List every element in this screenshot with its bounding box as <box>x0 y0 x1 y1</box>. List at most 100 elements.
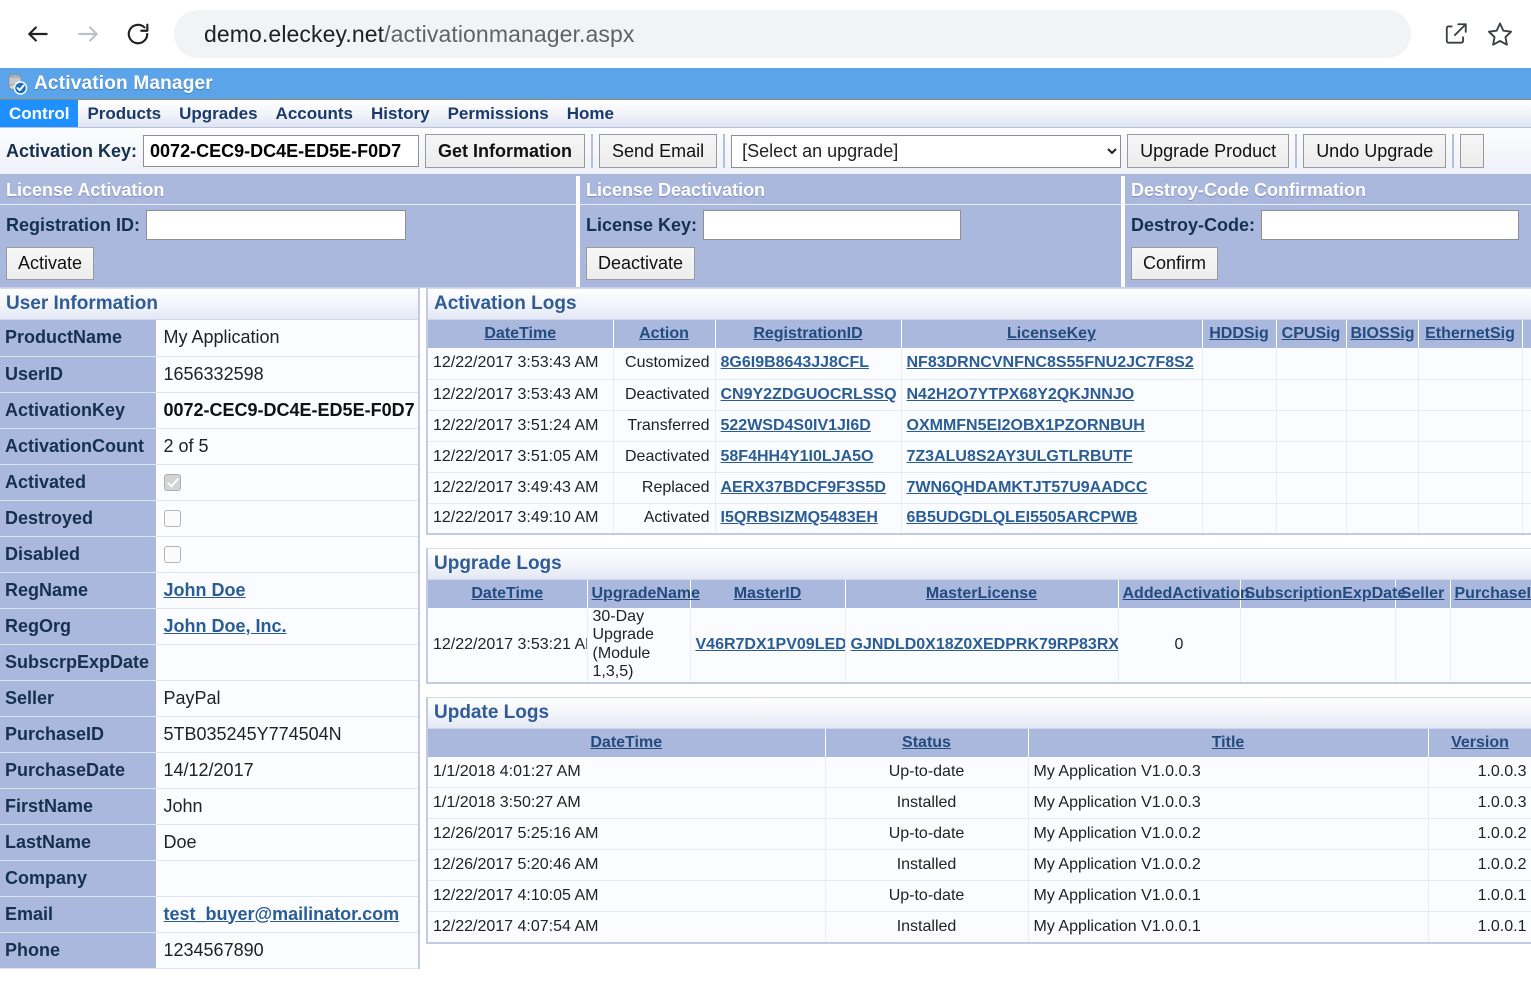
info-row: Seller PayPal <box>0 680 418 717</box>
activation-registration-id[interactable]: I5QRBSIZMQ5483EH <box>715 503 902 535</box>
menu-item-accounts[interactable]: Accounts <box>267 100 362 127</box>
activation-license-key[interactable]: 7WN6QHDAMKTJT57U9AADCC <box>901 472 1203 504</box>
user-information-title: User Information <box>0 288 418 320</box>
forward-arrow-icon[interactable] <box>66 12 110 56</box>
activation-logs-col-header[interactable]: HDDSig <box>1202 320 1277 348</box>
info-value[interactable] <box>156 500 418 537</box>
activation-registration-id[interactable]: CN9Y2ZDGUOCRLSSQ <box>715 379 902 411</box>
address-bar[interactable]: demo.eleckey.net/activationmanager.aspx <box>174 10 1411 58</box>
activation-extra <box>1522 348 1531 380</box>
menu-item-permissions[interactable]: Permissions <box>439 100 558 127</box>
info-row: Destroyed <box>0 500 418 537</box>
license-activation-panel: License Activation Registration ID: Acti… <box>0 176 580 287</box>
deactivate-button[interactable]: Deactivate <box>586 247 696 280</box>
destroy-code-input[interactable] <box>1261 210 1520 240</box>
activation-logs-col-header[interactable] <box>1522 320 1531 348</box>
back-arrow-icon[interactable] <box>16 12 60 56</box>
cell-link[interactable]: I5QRBSIZMQ5483EH <box>721 509 878 526</box>
cell-link[interactable]: N42H2O7YTPX68Y2QKJNNJO <box>907 386 1135 403</box>
upgrade-master-license[interactable]: GJNDLD0X18Z0XEDPRK79RP83RX3C <box>845 608 1119 684</box>
upgrade-logs-col-header[interactable]: Seller <box>1395 580 1451 608</box>
cell-link[interactable]: OXMMFN5EI2OBX1PZORNBUH <box>907 417 1145 434</box>
reload-icon[interactable] <box>116 12 160 56</box>
upgrade-logs-col-header[interactable]: PurchaseID <box>1450 580 1531 608</box>
activation-logs-col-header[interactable]: LicenseKey <box>901 320 1203 348</box>
activation-registration-id[interactable]: AERX37BDCF9F3S5D <box>715 472 902 504</box>
update-version: 1.0.0.1 <box>1428 880 1531 913</box>
activation-license-key[interactable]: NF83DRNCVNFNC8S55FNU2JC7F8S2 <box>901 348 1203 380</box>
activation-logs-col-header[interactable]: EthernetSig <box>1418 320 1523 348</box>
upgrade-logs-col-header[interactable]: MasterLicense <box>845 580 1119 608</box>
undo-upgrade-button[interactable]: Undo Upgrade <box>1303 134 1447 168</box>
activation-registration-id[interactable]: 8G6I9B8643JJ8CFL <box>715 348 902 380</box>
cell-link[interactable]: NF83DRNCVNFNC8S55FNU2JC7F8S2 <box>907 354 1194 371</box>
license-key-input[interactable] <box>703 210 962 240</box>
overflow-button[interactable] <box>1460 134 1485 168</box>
cell-link[interactable]: GJNDLD0X18Z0XEDPRK79RP83RX3C <box>851 636 1118 653</box>
menu-item-history[interactable]: History <box>362 100 439 127</box>
activation-logs-col-header[interactable]: Action <box>613 320 716 348</box>
activation-license-key[interactable]: 7Z3ALU8S2AY3ULGTLRBUTF <box>901 441 1203 473</box>
info-value[interactable] <box>156 464 418 501</box>
cell-link[interactable]: CN9Y2ZDGUOCRLSSQ <box>721 386 897 403</box>
star-icon[interactable] <box>1485 19 1515 49</box>
activation-logs-block: Activation Logs DateTime Action Registrati… <box>426 288 1531 535</box>
activation-biossig <box>1346 348 1419 380</box>
registration-id-input[interactable] <box>146 210 407 240</box>
info-value-link[interactable]: John Doe, Inc. <box>164 616 287 636</box>
update-logs-col-header[interactable]: Title <box>1028 728 1429 757</box>
cell-link[interactable]: 58F4HH4Y1I0LJA5O <box>721 448 874 465</box>
upgrade-master-id[interactable]: V46R7DX1PV09LEDR <box>690 608 846 684</box>
activation-license-key[interactable]: OXMMFN5EI2OBX1PZORNBUH <box>901 410 1203 442</box>
info-value: PayPal <box>156 680 418 717</box>
activation-hddsig <box>1202 410 1277 442</box>
activation-license-key[interactable]: 6B5UDGDLQLEI5505ARCPWB <box>901 503 1203 535</box>
info-value[interactable]: John Doe, Inc. <box>156 608 418 645</box>
menu-item-home[interactable]: Home <box>558 100 623 127</box>
menu-item-products[interactable]: Products <box>78 100 170 127</box>
update-logs-col-header[interactable]: Status <box>825 728 1029 757</box>
menu-item-control[interactable]: Control <box>0 100 79 127</box>
cell-link[interactable]: 522WSD4S0IV1JI6D <box>721 417 871 434</box>
activation-datetime: 12/22/2017 3:51:05 AM <box>427 441 614 473</box>
cell-link[interactable]: 8G6I9B8643JJ8CFL <box>721 354 870 371</box>
upgrade-logs-col-header[interactable]: SubscriptionExpDate <box>1240 580 1406 608</box>
upgrade-logs-col-header[interactable]: UpgradeName <box>587 580 700 608</box>
update-logs-col-header[interactable]: DateTime <box>427 728 826 757</box>
cell-link[interactable]: 6B5UDGDLQLEI5505ARCPWB <box>907 509 1138 526</box>
cell-link[interactable]: 7Z3ALU8S2AY3ULGTLRBUTF <box>907 448 1133 465</box>
cell-link[interactable]: 7WN6QHDAMKTJT57U9AADCC <box>907 479 1148 496</box>
cell-link[interactable]: V46R7DX1PV09LEDR <box>696 636 845 653</box>
activate-button[interactable]: Activate <box>6 247 95 280</box>
cell-link[interactable]: AERX37BDCF9F3S5D <box>721 479 886 496</box>
send-email-button[interactable]: Send Email <box>599 134 718 168</box>
checkbox-unchecked[interactable] <box>163 546 181 564</box>
info-value[interactable]: John Doe <box>156 572 418 609</box>
activation-registration-id[interactable]: 58F4HH4Y1I0LJA5O <box>715 441 902 473</box>
checkbox-unchecked[interactable] <box>163 510 181 528</box>
update-logs-col-header[interactable]: Version <box>1428 728 1531 757</box>
activation-logs-col-header[interactable]: DateTime <box>427 320 614 348</box>
confirm-button[interactable]: Confirm <box>1131 247 1219 280</box>
activation-license-key[interactable]: N42H2O7YTPX68Y2QKJNNJO <box>901 379 1203 411</box>
info-value-link[interactable]: John Doe <box>164 580 246 600</box>
share-icon[interactable] <box>1441 19 1471 49</box>
activation-logs-col-header[interactable]: BIOSSig <box>1346 320 1419 348</box>
upgrade-logs-col-header[interactable]: AddedActivation <box>1118 580 1250 608</box>
info-row: SubscrpExpDate <box>0 644 418 681</box>
activation-logs-col-header[interactable]: CPUSig <box>1276 320 1347 348</box>
upgrade-logs-col-header[interactable]: MasterID <box>690 580 846 608</box>
info-value[interactable]: test_buyer@mailinator.com <box>156 896 418 933</box>
info-value[interactable] <box>156 536 418 573</box>
checkbox-checked[interactable] <box>163 474 181 492</box>
upgrade-select[interactable]: [Select an upgrade] <box>731 134 1122 168</box>
info-row: FirstName John <box>0 788 418 825</box>
get-information-button[interactable]: Get Information <box>425 134 586 168</box>
activation-registration-id[interactable]: 522WSD4S0IV1JI6D <box>715 410 902 442</box>
activation-logs-col-header[interactable]: RegistrationID <box>715 320 902 348</box>
activation-key-input[interactable] <box>143 135 420 167</box>
menu-item-upgrades[interactable]: Upgrades <box>170 100 266 127</box>
info-value-link[interactable]: test_buyer@mailinator.com <box>164 904 400 924</box>
upgrade-product-button[interactable]: Upgrade Product <box>1127 134 1290 168</box>
upgrade-logs-col-header[interactable]: DateTime <box>427 580 588 608</box>
